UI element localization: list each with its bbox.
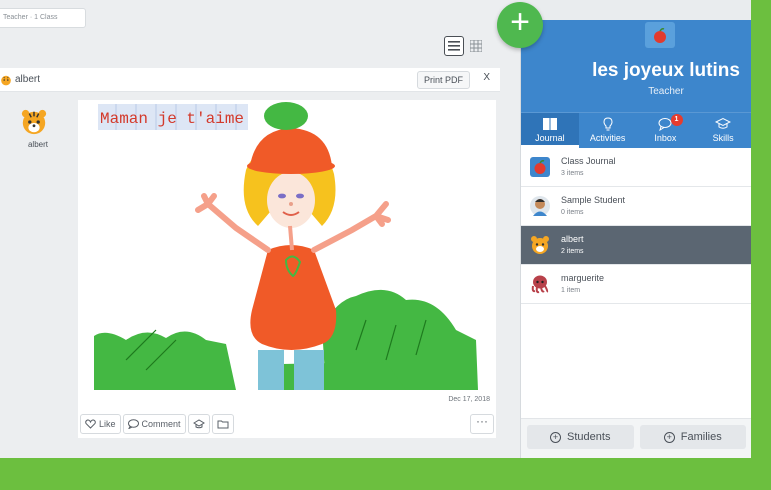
more-options-button[interactable]: ··· — [470, 414, 494, 434]
journal-list: Class Journal 3 items Sample Student 0 i… — [521, 148, 751, 304]
tab-journal[interactable]: Journal — [521, 113, 579, 148]
folder-button[interactable] — [211, 414, 234, 434]
folder-icon — [217, 420, 229, 429]
tiger-avatar-icon — [1, 75, 11, 85]
heart-icon — [85, 419, 96, 429]
plus-circle-icon: + — [663, 431, 675, 443]
mortarboard-icon — [192, 419, 205, 429]
like-button[interactable]: Like — [80, 414, 121, 434]
list-item-title: albert — [561, 234, 584, 244]
tab-label: Skills — [712, 133, 734, 143]
tab-label: Journal — [535, 133, 565, 143]
add-students-button[interactable]: + Students — [527, 425, 634, 449]
close-button[interactable]: X — [483, 72, 490, 83]
list-item-marguerite[interactable]: marguerite 1 item — [521, 265, 751, 304]
student-name: albert — [15, 74, 41, 85]
list-item-title: Class Journal — [561, 156, 616, 166]
list-item-count: 1 item — [561, 287, 581, 294]
list-item-class-journal[interactable]: Class Journal 3 items — [521, 148, 751, 187]
lightbulb-icon — [603, 117, 613, 131]
tab-activities[interactable]: Activities — [579, 113, 637, 148]
journal-icon — [542, 118, 557, 130]
mortarboard-icon — [715, 117, 732, 129]
class-footer: + Students + Families — [521, 418, 751, 458]
list-view-button[interactable] — [444, 36, 464, 56]
tab-skills[interactable]: Skills — [694, 113, 751, 148]
tab-label: Inbox — [654, 133, 677, 143]
apple-icon — [530, 157, 550, 177]
list-view-icon — [448, 41, 460, 51]
add-post-button[interactable]: + — [497, 2, 543, 48]
grid-view-icon — [470, 40, 482, 52]
view-toggle — [444, 36, 486, 56]
student-avatar-icon — [530, 196, 550, 216]
plus-icon: + — [510, 3, 530, 41]
list-item-count: 3 items — [561, 170, 584, 177]
list-item-count: 2 items — [561, 248, 584, 255]
post-date: Dec 17, 2018 — [448, 396, 490, 403]
like-label: Like — [99, 419, 116, 429]
class-icon — [645, 22, 675, 48]
skills-button[interactable] — [187, 414, 210, 434]
journal-post: Maman je t'aime Dec 17, 2018 Like Commen… — [78, 100, 496, 438]
journal-pane: Teacher · 1 Class albert Print PDF X alb… — [0, 0, 520, 458]
class-header: les joyeux lutins Teacher — [521, 20, 751, 112]
list-item-count: 0 items — [561, 209, 584, 216]
class-panel: les joyeux lutins Teacher Journal Activi… — [520, 20, 751, 458]
post-actions: Like Comment — [80, 414, 234, 436]
list-item-sample-student[interactable]: Sample Student 0 items — [521, 187, 751, 226]
list-item-albert[interactable]: albert 2 items — [521, 226, 751, 265]
print-pdf-button[interactable]: Print PDF — [416, 71, 470, 89]
comment-button[interactable]: Comment — [122, 414, 186, 434]
list-item-title: marguerite — [561, 273, 605, 283]
student-name: albert — [27, 140, 48, 149]
tiger-avatar-icon — [21, 109, 47, 135]
grid-view-button[interactable] — [466, 36, 486, 56]
class-role: Teacher — [648, 86, 684, 97]
breadcrumb[interactable]: Teacher · 1 Class — [0, 8, 86, 28]
drawing-caption: Maman je t'aime — [100, 110, 244, 128]
apple-icon — [654, 28, 666, 43]
app-window: Teacher · 1 Class albert Print PDF X alb… — [0, 0, 751, 458]
class-title: les joyeux lutins — [592, 60, 740, 81]
comment-icon — [127, 419, 139, 429]
tiger-avatar-icon — [531, 236, 549, 254]
students-label: Students — [567, 431, 611, 443]
plus-circle-icon: + — [550, 431, 562, 443]
add-families-button[interactable]: + Families — [639, 425, 746, 449]
child-drawing-image[interactable]: Maman je t'aime — [86, 100, 488, 390]
class-tabs: Journal Activities 1 Inbox Skills — [521, 112, 751, 148]
families-label: Families — [680, 431, 722, 443]
tab-inbox[interactable]: 1 Inbox — [637, 113, 695, 148]
student-header: albert Print PDF X — [0, 68, 500, 92]
octopus-avatar-icon — [531, 275, 549, 294]
student-sidebar: albert — [0, 92, 76, 458]
inbox-badge: 1 — [670, 114, 683, 126]
comment-label: Comment — [141, 419, 181, 429]
list-item-title: Sample Student — [561, 195, 626, 205]
tab-label: Activities — [589, 133, 626, 143]
